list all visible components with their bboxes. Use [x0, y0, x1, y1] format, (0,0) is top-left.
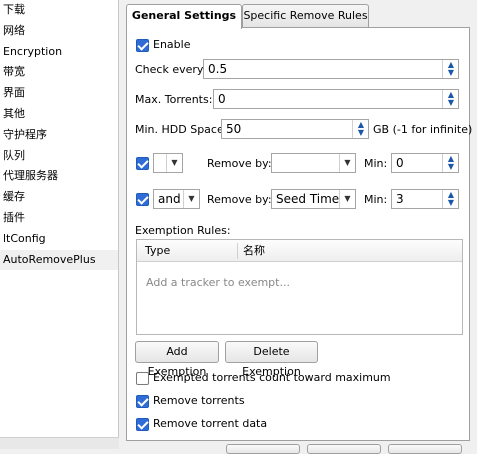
- chevron-down-icon: ▼: [339, 154, 355, 172]
- check-every-label: Check every:: [135, 63, 207, 76]
- check-every-spinbox[interactable]: 0.5 ▲ ▼: [203, 59, 459, 79]
- sidebar-item-ltconfig[interactable]: ltConfig: [0, 229, 118, 250]
- rule1-min-spinbox[interactable]: 0 ▲ ▼: [391, 153, 459, 173]
- rule2-min-value: 3: [396, 192, 404, 206]
- exempted-count-checkbox[interactable]: [136, 372, 149, 385]
- min-hdd-label: Min. HDD Space:: [135, 123, 228, 136]
- rule1-min-label: Min:: [364, 157, 388, 170]
- min-hdd-value: 50: [226, 122, 242, 136]
- exemption-table-header: Type 名称: [137, 240, 462, 262]
- general-settings-panel: Enable Check every: 0.5 ▲ ▼ Max. Torrents…: [126, 27, 473, 441]
- chevron-down-icon: ▼: [183, 190, 199, 208]
- preferences-category-list[interactable]: 下载 网络 Encryption 带宽 界面 其他 守护程序 队列 代理服务器 …: [0, 0, 119, 437]
- remove-torrents-checkbox[interactable]: [136, 395, 149, 408]
- spin-down-icon[interactable]: ▼: [446, 199, 456, 207]
- spin-down-icon[interactable]: ▼: [356, 129, 366, 137]
- tab-general-settings[interactable]: General Settings: [126, 4, 242, 29]
- rule2-min-spinbox[interactable]: 3 ▲ ▼: [391, 189, 459, 209]
- check-every-value: 0.5: [208, 62, 228, 76]
- rule2-logic-combo[interactable]: and ▼: [153, 189, 200, 209]
- max-torrents-value: 0: [218, 92, 226, 106]
- sidebar-item-queue[interactable]: 队列: [0, 146, 118, 167]
- tab-specific-remove-rules[interactable]: Specific Remove Rules: [242, 4, 369, 28]
- exempted-count-label: Exempted torrents count toward maximum: [153, 371, 391, 384]
- enable-label: Enable: [153, 38, 191, 51]
- spin-down-icon[interactable]: ▼: [446, 163, 456, 171]
- dialog-button[interactable]: [388, 444, 462, 454]
- rule2-checkbox[interactable]: [136, 193, 149, 206]
- column-header-type[interactable]: Type: [145, 240, 170, 262]
- rule1-logic-combo[interactable]: ▼: [153, 153, 183, 173]
- delete-exemption-button[interactable]: Delete Exemption: [225, 341, 318, 378]
- sidebar-item-plugins[interactable]: 插件: [0, 208, 118, 229]
- sidebar-item-network[interactable]: 网络: [0, 21, 118, 42]
- chevron-down-icon: ▼: [339, 190, 355, 208]
- sidebar-item-encryption[interactable]: Encryption: [0, 42, 118, 63]
- rule2-remove-by-value: Seed Time: [276, 192, 340, 206]
- column-divider: [237, 243, 238, 259]
- sidebar-horizontal-scrollbar[interactable]: [0, 437, 119, 449]
- rule1-remove-by-label: Remove by:: [207, 157, 272, 170]
- column-header-name[interactable]: 名称: [243, 240, 265, 262]
- sidebar-item-interface[interactable]: 界面: [0, 83, 118, 104]
- max-torrents-label: Max. Torrents:: [135, 93, 213, 106]
- rule2-remove-by-label: Remove by:: [207, 193, 272, 206]
- sidebar-item-bandwidth[interactable]: 带宽: [0, 62, 118, 83]
- sidebar-item-daemon[interactable]: 守护程序: [0, 125, 118, 146]
- spin-down-icon[interactable]: ▼: [446, 99, 456, 107]
- min-hdd-unit: GB (-1 for infinite): [373, 123, 473, 136]
- remove-data-checkbox[interactable]: [136, 418, 149, 431]
- rule1-remove-by-combo[interactable]: ▼: [271, 153, 356, 173]
- dialog-button[interactable]: [307, 444, 381, 454]
- rule1-checkbox[interactable]: [136, 157, 149, 170]
- add-exemption-button[interactable]: Add Exemption: [135, 341, 219, 378]
- sidebar-item-autoremoveplus[interactable]: AutoRemovePlus: [0, 249, 118, 271]
- sidebar-item-downloads[interactable]: 下载: [0, 0, 118, 21]
- enable-checkbox[interactable]: [136, 39, 149, 52]
- rule2-logic-value: and: [158, 192, 181, 206]
- rule2-min-label: Min:: [364, 193, 388, 206]
- remove-data-label: Remove torrent data: [153, 417, 268, 430]
- spin-down-icon[interactable]: ▼: [446, 69, 456, 77]
- remove-torrents-label: Remove torrents: [153, 394, 245, 407]
- exemption-table-placeholder: Add a tracker to exempt...: [146, 276, 290, 289]
- sidebar-item-cache[interactable]: 缓存: [0, 187, 118, 208]
- dialog-button[interactable]: [226, 444, 300, 454]
- rule1-min-value: 0: [396, 156, 404, 170]
- rule2-remove-by-combo[interactable]: Seed Time ▼: [271, 189, 356, 209]
- min-hdd-spinbox[interactable]: 50 ▲ ▼: [221, 119, 369, 139]
- exemption-rules-label: Exemption Rules:: [135, 224, 231, 237]
- sidebar-item-other[interactable]: 其他: [0, 104, 118, 125]
- sidebar-item-proxy[interactable]: 代理服务器: [0, 166, 118, 187]
- max-torrents-spinbox[interactable]: 0 ▲ ▼: [213, 89, 459, 109]
- chevron-down-icon: ▼: [166, 154, 182, 172]
- exemption-table[interactable]: Type 名称 Add a tracker to exempt...: [136, 239, 463, 335]
